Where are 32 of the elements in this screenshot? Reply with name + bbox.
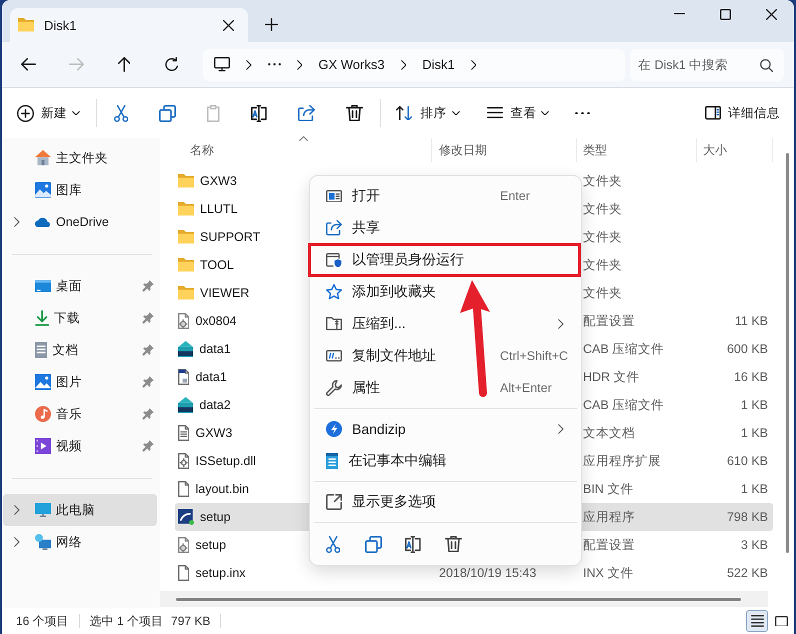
shortcut-text: Enter <box>500 189 530 203</box>
file-type: 文件夹 <box>583 284 622 302</box>
selection-count: 选中 1 个项目 <box>90 612 164 630</box>
file-type: 文件夹 <box>583 200 622 218</box>
file-size: 11 KB <box>734 314 768 328</box>
file-type: HDR 文件 <box>583 368 640 386</box>
file-size: 16 KB <box>734 370 768 384</box>
file-type: 配置设置 <box>583 312 635 330</box>
file-type: 配置设置 <box>583 536 635 554</box>
file-size: 522 KB <box>726 566 768 580</box>
file-type: INX 文件 <box>583 564 634 582</box>
file-size: 798 KB <box>726 510 768 524</box>
file-type: 文本文档 <box>583 424 635 442</box>
selection-size: 797 KB <box>171 614 210 628</box>
file-size: 1 KB <box>740 482 768 496</box>
file-type: 文件夹 <box>583 228 622 246</box>
shortcut-text: Alt+Enter <box>500 381 552 395</box>
file-type: 应用程序 <box>583 508 635 526</box>
file-size: 1 KB <box>740 426 768 440</box>
file-size: 3 KB <box>740 538 768 552</box>
file-type: 文件夹 <box>583 172 622 190</box>
file-type: 应用程序扩展 <box>583 452 661 470</box>
file-type: 文件夹 <box>583 256 622 274</box>
modified-date: 2018/10/19 15:43 <box>439 566 536 580</box>
file-type: CAB 压缩文件 <box>583 396 664 414</box>
item-count: 16 个项目 <box>16 612 69 630</box>
file-type: CAB 压缩文件 <box>583 340 664 358</box>
shortcut-text: Ctrl+Shift+C <box>500 349 568 363</box>
file-size: 1 KB <box>740 398 768 412</box>
file-type: BIN 文件 <box>583 480 634 498</box>
file-size: 610 KB <box>726 454 768 468</box>
file-size: 600 KB <box>726 342 768 356</box>
